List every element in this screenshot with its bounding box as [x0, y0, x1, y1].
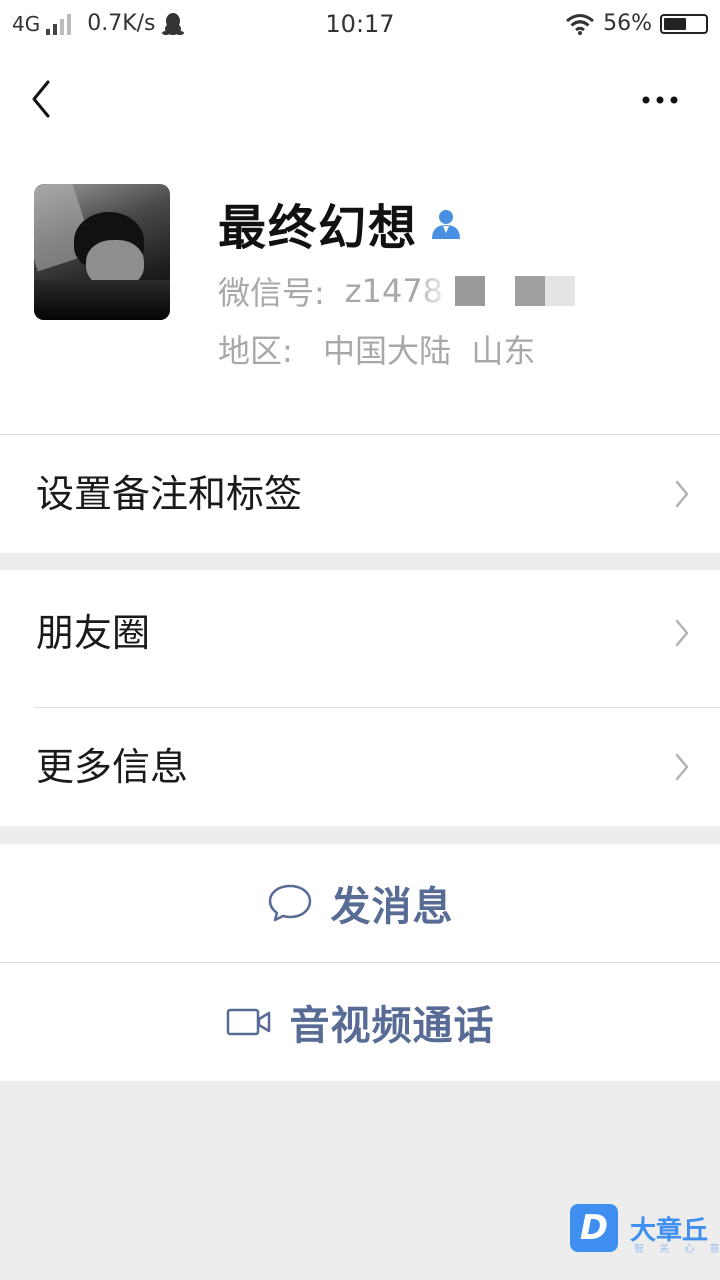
- info-section: 朋友圈 更多信息: [0, 570, 720, 826]
- wechat-id: 微信号: z1478: [218, 268, 576, 314]
- more-info-label: 更多信息: [36, 745, 189, 789]
- more-dots-icon: [642, 96, 678, 104]
- status-right: 56%: [565, 11, 708, 36]
- watermark-sub: 智 关 心 意: [634, 1244, 720, 1255]
- remark-section: 设置备注和标签: [0, 434, 720, 553]
- chevron-left-icon: [32, 80, 50, 118]
- avatar-photo-sheet: [34, 280, 170, 320]
- send-message-button[interactable]: 发消息: [0, 844, 720, 962]
- wechat-id-redaction: [455, 276, 486, 306]
- person-icon: [432, 210, 461, 239]
- chevron-right-icon: [675, 753, 689, 781]
- chevron-right-icon: [675, 480, 689, 508]
- battery-fill: [664, 17, 686, 30]
- brand-watermark: D 大章丘 智 关 心 意: [570, 1204, 720, 1255]
- back-button[interactable]: [24, 74, 64, 124]
- contact-name: 最终幻想: [218, 200, 419, 256]
- video-call-label: 音视频通话: [289, 1003, 495, 1049]
- wechat-id-label: 微信号:: [218, 274, 325, 312]
- remark-tags-row[interactable]: 设置备注和标签: [0, 435, 720, 553]
- more-button[interactable]: [634, 84, 690, 116]
- moments-label: 朋友圈: [36, 611, 151, 655]
- status-bar: 4G 0.7K/s 10:17 56%: [0, 0, 720, 50]
- watermark-logo-icon: D: [570, 1204, 618, 1252]
- battery-icon: [660, 13, 708, 34]
- video-camera-icon: [226, 1008, 270, 1036]
- send-message-label: 发消息: [330, 884, 454, 930]
- more-info-row[interactable]: 更多信息: [0, 708, 720, 826]
- wifi-icon: [566, 13, 595, 35]
- avatar[interactable]: [34, 184, 170, 320]
- region-value: 中国大陆 山东: [322, 332, 536, 370]
- wechat-id-fade: [423, 276, 456, 306]
- region-label: 地区:: [218, 332, 293, 370]
- battery-percent: 56%: [603, 11, 652, 36]
- wechat-id-redaction: [515, 276, 546, 306]
- chat-bubble-icon: [268, 884, 311, 922]
- wechat-id-redaction: [545, 276, 576, 306]
- chevron-right-icon: [675, 619, 689, 647]
- remark-tags-label: 设置备注和标签: [36, 472, 303, 516]
- moments-row[interactable]: 朋友圈: [0, 570, 720, 696]
- region: 地区: 中国大陆 山东: [218, 326, 535, 372]
- name-row: 最终幻想: [218, 188, 464, 258]
- video-call-button[interactable]: 音视频通话: [0, 963, 720, 1081]
